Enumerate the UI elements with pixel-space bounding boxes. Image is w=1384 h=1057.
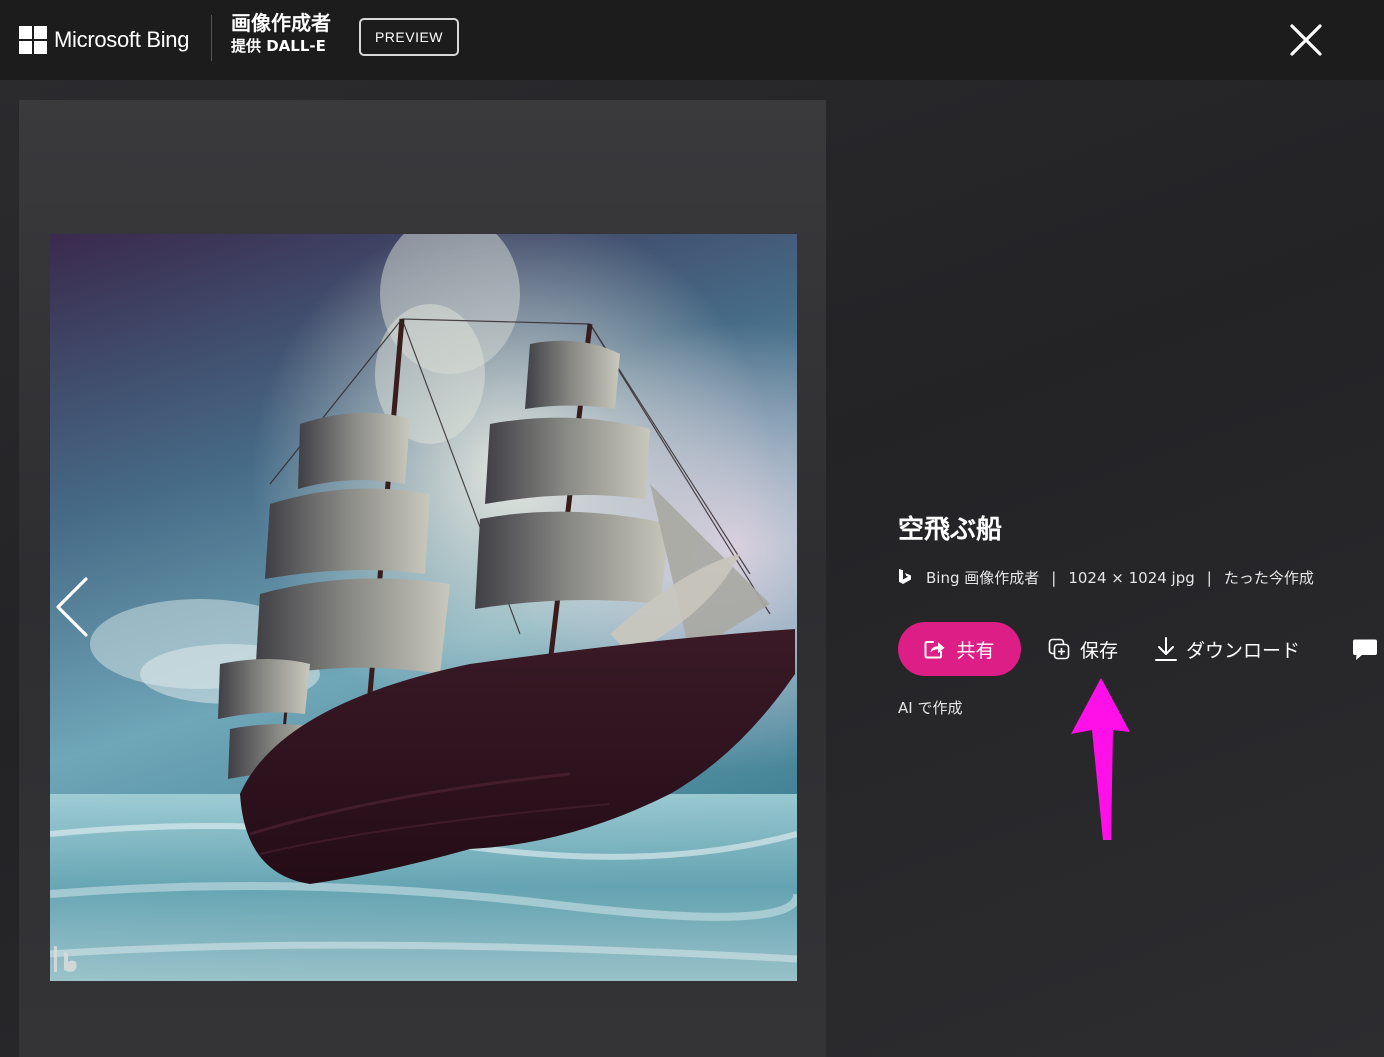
bing-logo-icon xyxy=(899,568,911,584)
flying-ship-image xyxy=(50,234,797,981)
save-label: 保存 xyxy=(1080,639,1119,662)
share-icon xyxy=(924,641,945,659)
feedback-button[interactable] xyxy=(1352,638,1384,662)
source-label: Bing 画像作成者 xyxy=(926,569,1040,587)
chevron-left-icon xyxy=(56,577,88,637)
image-meta: Bing 画像作成者 | 1024 × 1024 jpg | たった今作成 xyxy=(898,567,1384,588)
microsoft-bing-logo[interactable]: Microsoft Bing xyxy=(19,26,189,54)
save-collection-icon xyxy=(1048,638,1070,660)
app-title-block: 画像作成者 提供 DALL-E xyxy=(231,13,331,54)
generated-image[interactable] xyxy=(50,234,797,981)
brand-name: Microsoft Bing xyxy=(54,27,190,52)
download-button[interactable]: ダウンロード xyxy=(1154,636,1300,663)
feedback-icon xyxy=(1353,639,1377,660)
save-button[interactable]: 保存 xyxy=(1048,636,1118,663)
meta-separator: | xyxy=(1206,568,1212,587)
dimensions-label: 1024 × 1024 jpg xyxy=(1068,568,1195,587)
download-icon xyxy=(1155,637,1178,661)
previous-image-button[interactable] xyxy=(52,575,92,639)
share-label: 共有 xyxy=(956,639,995,662)
microsoft-logo-icon xyxy=(19,26,47,54)
download-label: ダウンロード xyxy=(1186,639,1301,662)
top-bar: Microsoft Bing 画像作成者 提供 DALL-E PREVIEW xyxy=(0,0,1384,80)
image-details: 空飛ぶ船 Bing 画像作成者 | 1024 × 1024 jpg | たった今… xyxy=(898,512,1384,588)
header-divider xyxy=(211,15,212,61)
close-icon xyxy=(1290,24,1322,56)
app-title: 画像作成者 xyxy=(231,11,331,35)
meta-separator: | xyxy=(1051,568,1057,587)
preview-badge: PREVIEW xyxy=(359,18,459,56)
action-bar: 共有 保存 ダウンロード xyxy=(898,622,1300,676)
prompt-title: 空飛ぶ船 xyxy=(898,515,1003,545)
made-with-ai-label: AI で作成 xyxy=(898,699,963,717)
close-button[interactable] xyxy=(1286,20,1326,60)
created-label: たった今作成 xyxy=(1223,569,1314,587)
share-button[interactable]: 共有 xyxy=(898,622,1021,676)
provided-by-label: 提供 DALL-E xyxy=(231,37,326,55)
annotation-arrow-icon xyxy=(1071,678,1130,840)
